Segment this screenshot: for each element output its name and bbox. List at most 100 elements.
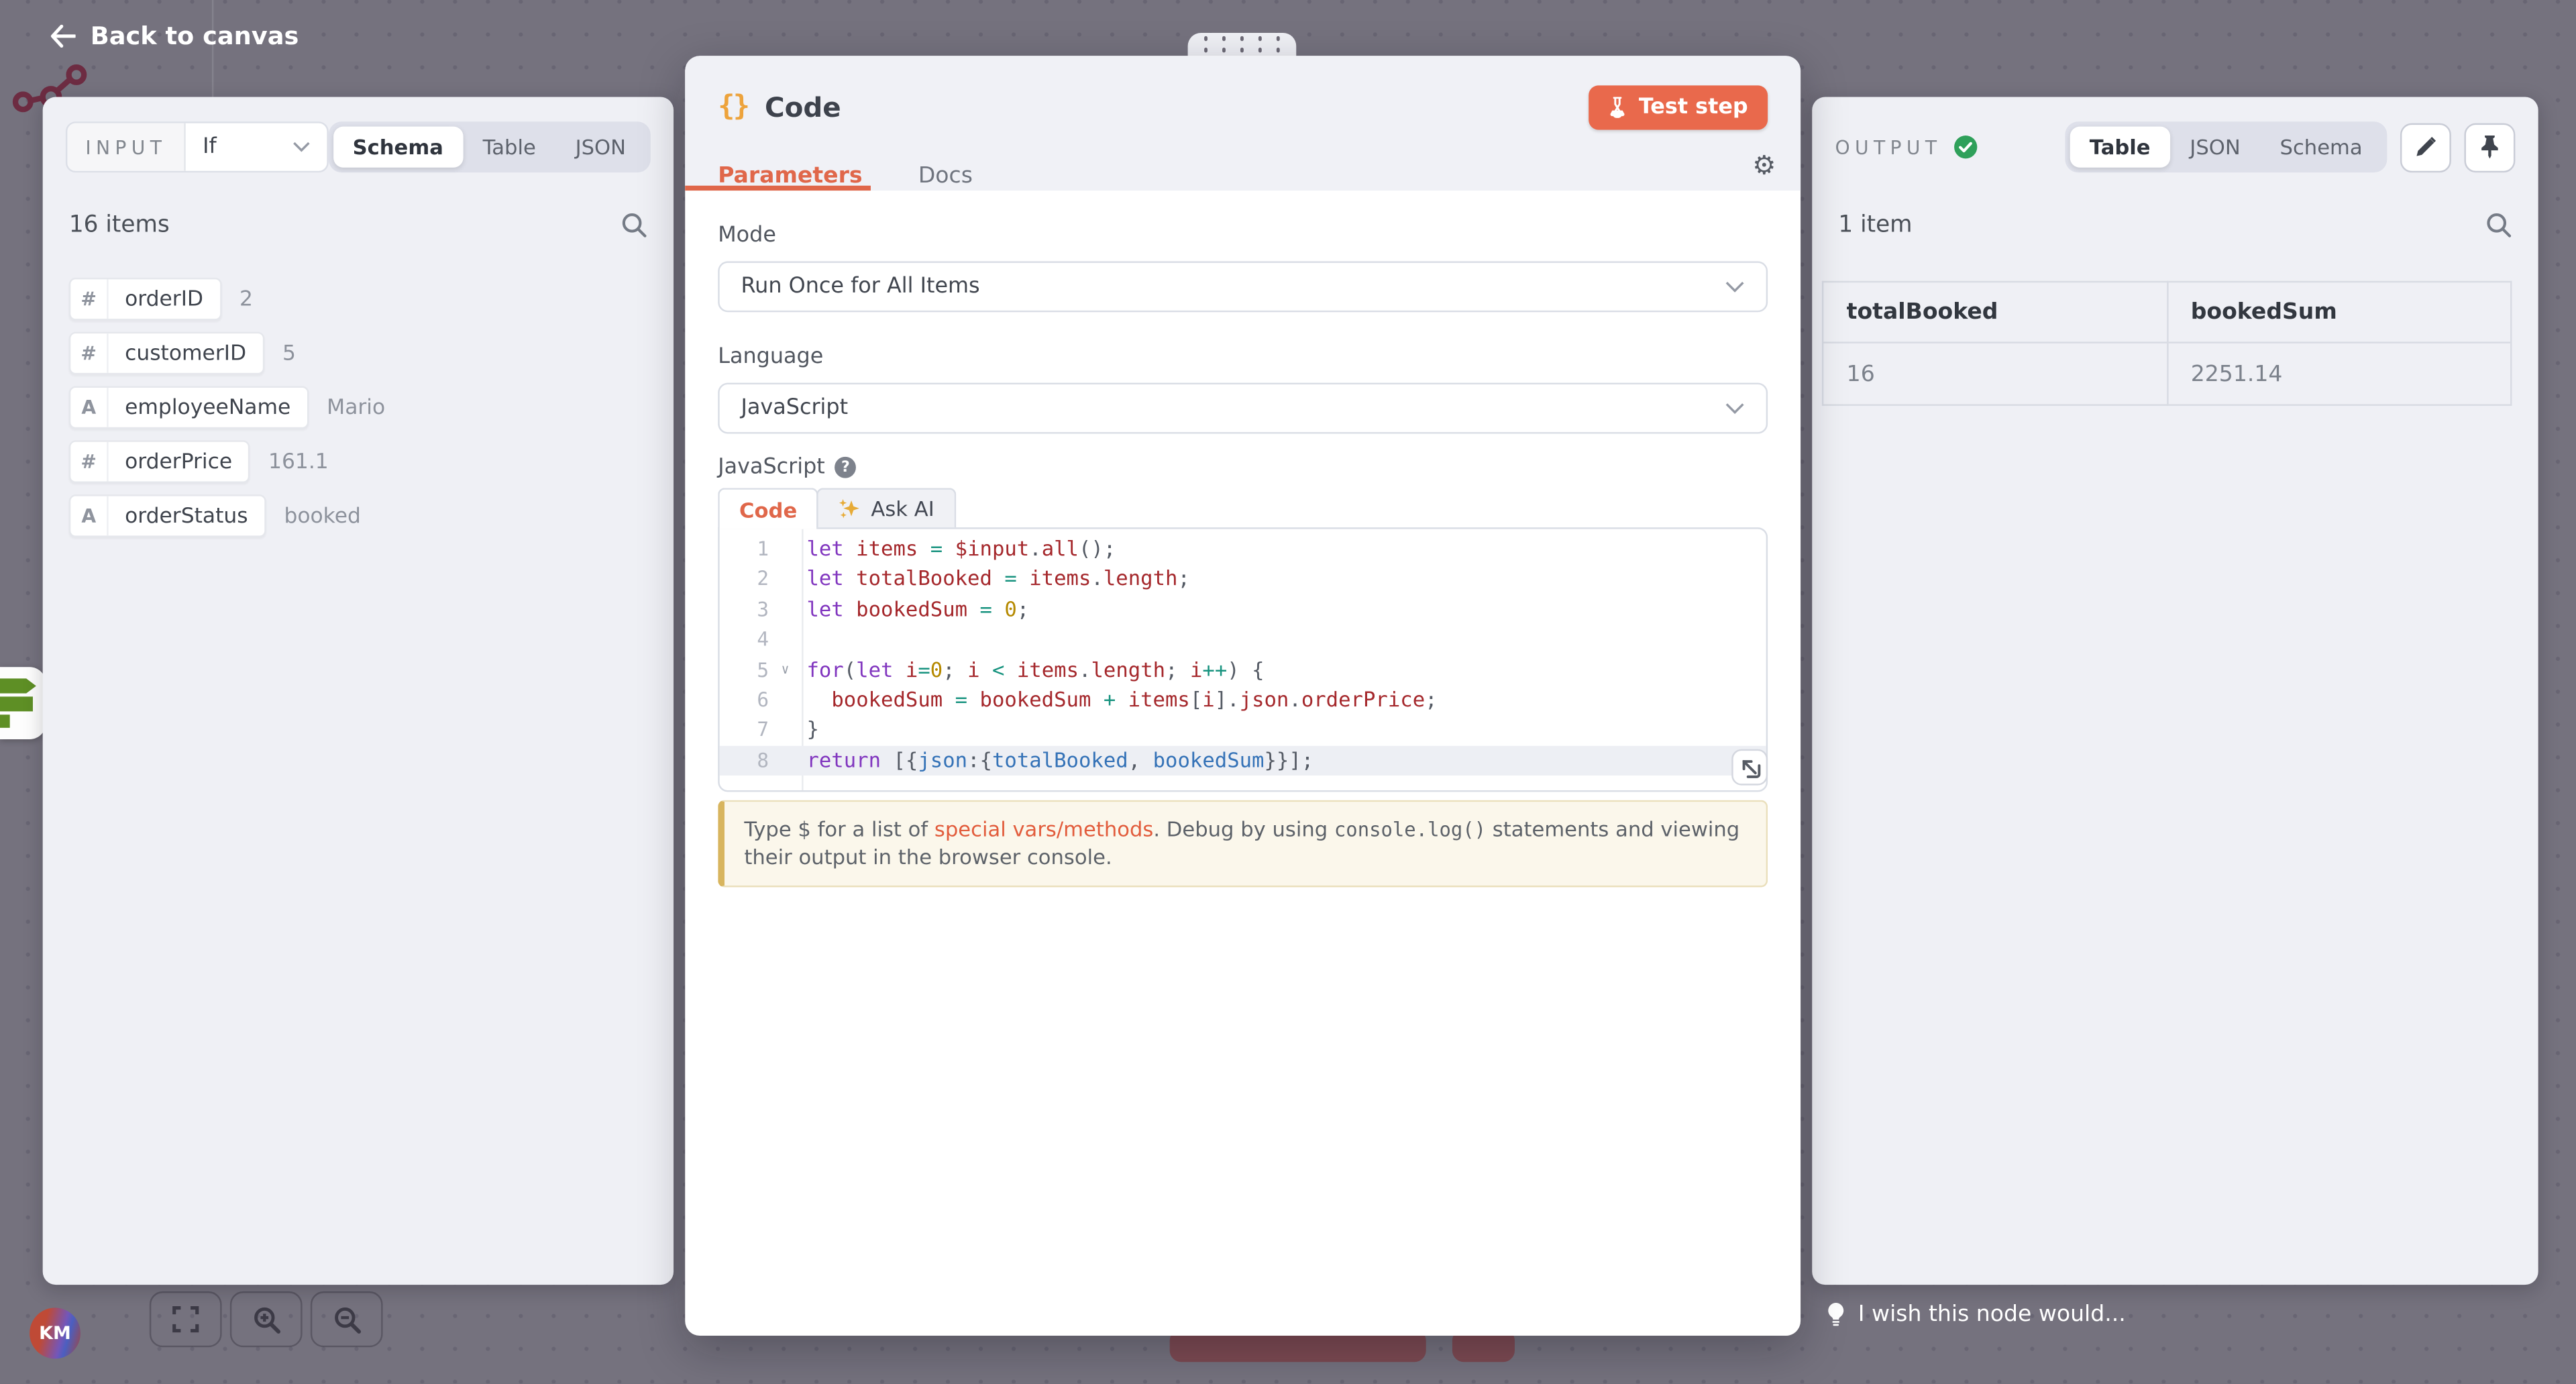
expand-editor-button[interactable] — [1731, 749, 1768, 786]
schema-field-value: 161.1 — [268, 449, 329, 474]
test-step-button[interactable]: Test step — [1589, 85, 1768, 129]
avatar[interactable]: KM — [30, 1308, 80, 1359]
output-tab-schema[interactable]: Schema — [2260, 127, 2382, 168]
input-tab-json[interactable]: JSON — [555, 127, 645, 168]
input-node-select[interactable]: If — [184, 123, 326, 171]
line-number: 1 — [720, 534, 769, 564]
expand-icon — [1738, 756, 1761, 779]
code-node-modal: {} Code Test step Parameters Docs ⚙ Mode — [685, 55, 1801, 1335]
schema-field-name: employeeName — [109, 388, 307, 427]
code-line[interactable]: 2 let totalBooked = items.length; — [720, 564, 1766, 594]
code-line[interactable]: 8return [{json:{totalBooked, bookedSum}}… — [720, 745, 1766, 776]
node-title: Code — [765, 91, 841, 123]
fold-gutter — [769, 564, 802, 594]
flask-icon — [1609, 96, 1627, 117]
code-line[interactable]: 3let bookedSum = 0; — [720, 594, 1766, 625]
code-text: let totalBooked = items.length; — [802, 564, 1766, 594]
sparkles-icon — [838, 497, 861, 520]
code-text: let items = $input.all(); — [802, 534, 1766, 564]
fit-view-button[interactable] — [150, 1291, 222, 1347]
editor-tab-ask-ai[interactable]: Ask AI — [817, 488, 956, 527]
search-icon[interactable] — [2485, 212, 2512, 238]
output-view-tabs: Table JSON Schema — [2065, 121, 2387, 172]
code-text — [802, 625, 1766, 655]
code-line[interactable]: 5∨for(let i=0; i < items.length; i++) { — [720, 655, 1766, 685]
output-tab-table[interactable]: Table — [2070, 127, 2170, 168]
canvas-node-partial[interactable] — [0, 667, 46, 739]
editor-language-label: JavaScript — [718, 455, 825, 480]
input-view-tabs: Schema Table JSON — [328, 121, 651, 172]
editor-tab-code[interactable]: Code — [718, 488, 818, 529]
fold-gutter — [769, 534, 802, 564]
back-to-canvas-button[interactable]: Back to canvas — [49, 21, 299, 51]
filter-node-icon — [0, 676, 46, 731]
code-line[interactable]: 6 bookedSum = bookedSum + items[i].json.… — [720, 685, 1766, 715]
schema-field-name: customerID — [109, 333, 263, 373]
zoom-out-icon — [333, 1306, 361, 1334]
input-panel-label: INPUT — [67, 123, 184, 171]
ndv-drag-handle[interactable] — [1188, 32, 1297, 57]
number-type-icon: # — [70, 442, 108, 482]
n8n-node-detail-view: Back to canvas — [0, 0, 2576, 1384]
schema-field-pill[interactable]: #customerID — [69, 332, 264, 375]
schema-field-pill[interactable]: AorderStatus — [69, 494, 266, 537]
input-tab-table[interactable]: Table — [463, 127, 555, 168]
arrow-left-icon — [49, 25, 75, 48]
number-type-icon: # — [70, 333, 108, 373]
code-editor[interactable]: 1 let items = $input.all(); 2 let totalBook… — [718, 527, 1768, 792]
zoom-out-button[interactable] — [311, 1291, 383, 1347]
input-tab-schema[interactable]: Schema — [333, 127, 463, 168]
pin-data-button[interactable] — [2464, 122, 2515, 171]
chevron-down-icon — [292, 142, 310, 153]
output-items-count: 1 item — [1838, 212, 1912, 238]
lightbulb-icon — [1825, 1301, 1847, 1328]
code-line[interactable]: 4 — [720, 625, 1766, 655]
schema-field-name: orderID — [109, 279, 220, 319]
edit-output-button[interactable] — [2400, 122, 2451, 171]
schema-item: AorderStatusbooked — [69, 494, 647, 537]
language-label: Language — [718, 345, 1768, 370]
help-icon[interactable]: ? — [835, 457, 857, 478]
zoom-in-button[interactable] — [230, 1291, 303, 1347]
schema-field-pill[interactable]: #orderID — [69, 278, 221, 321]
special-vars-link[interactable]: special vars/methods — [934, 816, 1153, 841]
code-node-icon: {} — [718, 91, 748, 123]
code-text: } — [802, 715, 1766, 745]
table-row: 16 2251.14 — [1823, 343, 2511, 405]
node-feedback-button[interactable]: I wish this node would... — [1825, 1301, 2126, 1328]
code-text: bookedSum = bookedSum + items[i].json.or… — [802, 685, 1766, 715]
input-node-selector: INPUT If — [66, 121, 328, 172]
fold-gutter — [769, 745, 802, 776]
string-type-icon: A — [70, 388, 108, 427]
search-icon[interactable] — [621, 212, 647, 238]
code-line[interactable]: 7} — [720, 715, 1766, 745]
schema-field-name: orderStatus — [109, 496, 264, 536]
zoom-in-icon — [252, 1306, 280, 1334]
output-tab-json[interactable]: JSON — [2170, 127, 2260, 168]
fit-view-icon — [172, 1306, 199, 1332]
chevron-down-icon — [1725, 402, 1744, 415]
line-number: 6 — [720, 685, 769, 715]
number-type-icon: # — [70, 279, 108, 319]
fold-gutter — [769, 594, 802, 625]
schema-field-value: 2 — [239, 286, 253, 311]
line-number: 2 — [720, 564, 769, 594]
schema-field-pill[interactable]: AemployeeName — [69, 386, 309, 429]
code-line[interactable]: 1 let items = $input.all(); — [720, 534, 1766, 564]
success-check-icon — [1953, 135, 1978, 160]
output-col-bookedsum: bookedSum — [2167, 282, 2511, 343]
schema-list: #orderID2#customerID5AemployeeNameMario#… — [43, 278, 674, 537]
string-type-icon: A — [70, 496, 108, 536]
input-panel: INPUT If Schema Table JSON 16 items #ord… — [43, 97, 674, 1285]
language-select[interactable]: JavaScript — [718, 383, 1768, 434]
tab-docs[interactable]: Docs — [918, 162, 973, 189]
schema-field-name: orderPrice — [109, 442, 249, 482]
line-number: 8 — [720, 745, 769, 776]
schema-field-pill[interactable]: #orderPrice — [69, 440, 250, 483]
active-tab-underline — [685, 185, 871, 191]
node-settings-gear-icon[interactable]: ⚙ — [1752, 153, 1776, 179]
mode-select[interactable]: Run Once for All Items — [718, 261, 1768, 312]
output-panel-label: OUTPUT — [1835, 136, 1942, 158]
schema-field-value: Mario — [327, 395, 385, 420]
fold-chevron-icon[interactable]: ∨ — [769, 655, 802, 685]
